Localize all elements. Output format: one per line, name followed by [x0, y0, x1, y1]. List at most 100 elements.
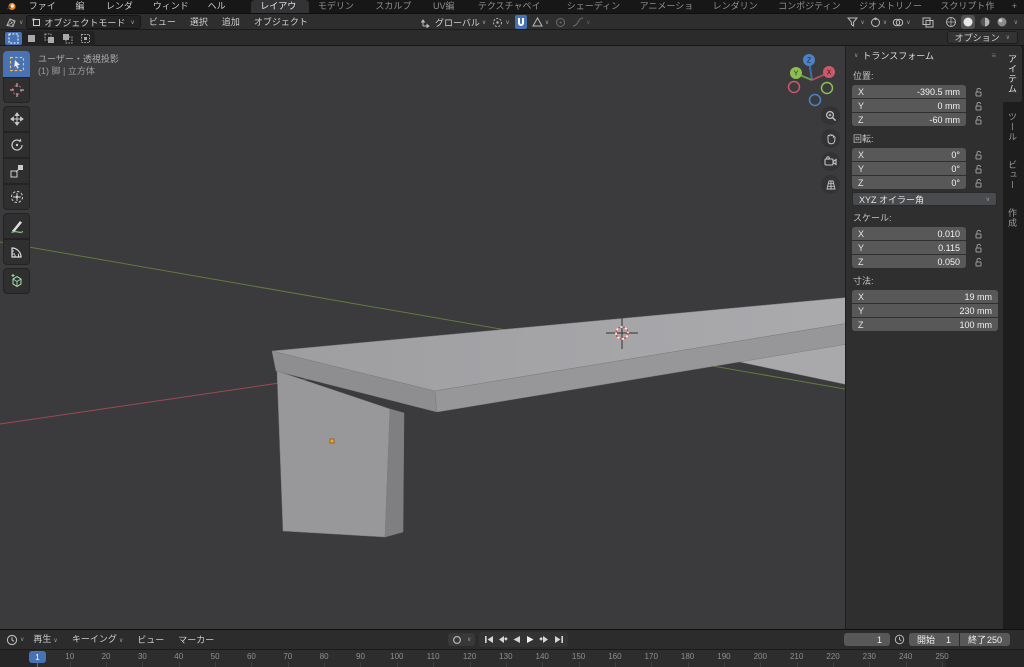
play-button[interactable] — [524, 633, 537, 646]
rotation-x-field[interactable]: X0° — [852, 148, 966, 161]
workspace-tab-modeling[interactable]: モデリング — [309, 0, 367, 13]
tool-measure[interactable] — [3, 239, 30, 265]
lock-location-z-button[interactable] — [974, 115, 983, 125]
rotation-z-field[interactable]: Z0° — [852, 176, 966, 189]
shading-wireframe-button[interactable] — [944, 15, 958, 29]
scale-y-field[interactable]: Y0.115 — [852, 241, 966, 254]
menu-keying[interactable]: キーイング∨ — [66, 631, 129, 649]
select-mode-intersect[interactable] — [77, 32, 94, 45]
zoom-button[interactable] — [821, 106, 840, 125]
panel-grip-icon[interactable]: ≡ — [991, 51, 997, 60]
shading-solid-button[interactable] — [961, 15, 975, 29]
workspace-tab-scripting[interactable]: スクリプト作成 — [931, 0, 1004, 13]
timeline-ruler[interactable]: 1020304050607080901001101201301401501601… — [0, 649, 1024, 667]
pivot-point-dropdown[interactable]: ∨ — [491, 15, 510, 29]
transform-panel-header[interactable]: ∨ トランスフォーム ≡ — [846, 46, 1003, 64]
menu-timeline-view[interactable]: ビュー — [131, 632, 170, 648]
lock-rotation-y-button[interactable] — [974, 164, 983, 174]
camera-view-button[interactable] — [821, 152, 840, 171]
playhead[interactable]: 1 — [29, 651, 46, 663]
editor-type-button[interactable]: ∨ — [4, 15, 24, 29]
lock-rotation-z-button[interactable] — [974, 178, 983, 188]
perspective-toggle-button[interactable] — [821, 175, 840, 194]
blender-logo-icon[interactable] — [5, 1, 18, 12]
workspace-tab-layout[interactable]: レイアウト — [251, 0, 309, 13]
gizmo-y-negative[interactable] — [822, 83, 833, 94]
tool-rotate[interactable] — [3, 132, 30, 158]
previous-keyframe-button[interactable] — [496, 633, 509, 646]
current-frame-field[interactable]: 1 — [844, 633, 890, 646]
gizmos-dropdown[interactable]: ∨ — [869, 15, 888, 29]
jump-to-end-button[interactable] — [552, 633, 565, 646]
xray-toggle[interactable] — [921, 15, 935, 29]
object-origin-point[interactable] — [330, 439, 334, 443]
shading-rendered-button[interactable] — [995, 15, 1009, 29]
select-mode-extend[interactable] — [41, 32, 58, 45]
tool-add-primitive[interactable] — [3, 268, 30, 294]
workspace-tab-sculpting[interactable]: スカルプト — [366, 0, 424, 13]
lock-rotation-x-button[interactable] — [974, 150, 983, 160]
overlays-dropdown[interactable]: ∨ — [891, 15, 911, 29]
shading-dropdown[interactable]: ∨ — [1014, 19, 1018, 26]
gizmo-x-negative[interactable] — [789, 82, 800, 93]
snap-settings-dropdown[interactable]: ∨ — [531, 15, 550, 29]
tool-transform[interactable] — [3, 184, 30, 210]
menu-view[interactable]: ビュー — [143, 14, 182, 30]
tab-tool[interactable]: ツール — [1003, 104, 1022, 150]
location-z-field[interactable]: Z-60 mm — [852, 113, 966, 126]
menu-object[interactable]: オブジェクト — [248, 14, 314, 30]
tool-move[interactable] — [3, 106, 30, 132]
next-keyframe-button[interactable] — [538, 633, 551, 646]
workspace-tab-uv[interactable]: UV編集 — [424, 0, 469, 13]
location-x-field[interactable]: X-390.5 mm — [852, 85, 966, 98]
proportional-editing-toggle[interactable] — [554, 15, 567, 29]
lock-scale-z-button[interactable] — [974, 257, 983, 267]
lock-location-y-button[interactable] — [974, 101, 983, 111]
options-button[interactable]: オプション ∨ — [947, 31, 1018, 44]
chevron-down-icon[interactable]: ∨ — [467, 636, 471, 643]
dimensions-z-field[interactable]: Z100 mm — [852, 318, 998, 331]
play-reverse-button[interactable] — [510, 633, 523, 646]
timeline-editor-type-button[interactable]: ∨ — [5, 633, 25, 647]
snap-toggle[interactable] — [515, 15, 527, 29]
scale-x-field[interactable]: X0.010 — [852, 227, 966, 240]
jump-to-start-button[interactable] — [482, 633, 495, 646]
tool-annotate[interactable] — [3, 213, 30, 239]
shading-material-button[interactable] — [978, 15, 992, 29]
menu-file[interactable]: ファイル — [22, 0, 69, 13]
workspace-tab-geometry-nodes[interactable]: ジオメトリノード — [850, 0, 931, 13]
workspace-tab-shading[interactable]: シェーディング — [558, 0, 631, 13]
frame-end-field[interactable]: 終了250 — [960, 633, 1010, 646]
select-mode-tweak[interactable] — [5, 32, 22, 45]
menu-render[interactable]: レンダー — [99, 0, 146, 13]
gizmo-z-negative[interactable] — [810, 95, 821, 106]
tab-create[interactable]: 作成 — [1003, 200, 1022, 236]
lock-scale-x-button[interactable] — [974, 229, 983, 239]
rotation-y-field[interactable]: Y0° — [852, 162, 966, 175]
tool-select-box[interactable] — [3, 51, 30, 77]
workspace-tab-rendering[interactable]: レンダリング — [704, 0, 770, 13]
dimensions-x-field[interactable]: X19 mm — [852, 290, 998, 303]
menu-add[interactable]: 追加 — [216, 14, 246, 30]
frame-start-field[interactable]: 開始1 — [909, 633, 959, 646]
lock-location-x-button[interactable] — [974, 87, 983, 97]
workspace-tab-animation[interactable]: アニメーション — [631, 0, 704, 13]
mode-selector[interactable]: オブジェクトモード ∨ — [26, 15, 140, 29]
workspace-tab-compositing[interactable]: コンポジティング — [769, 0, 850, 13]
menu-playback[interactable]: 再生∨ — [27, 631, 63, 649]
select-mode-new[interactable] — [23, 32, 40, 45]
scale-z-field[interactable]: Z0.050 — [852, 255, 966, 268]
location-y-field[interactable]: Y0 mm — [852, 99, 966, 112]
menu-help[interactable]: ヘルプ — [201, 0, 240, 13]
object-visibility-dropdown[interactable]: ∨ — [846, 15, 865, 29]
select-mode-subtract[interactable] — [59, 32, 76, 45]
dimensions-y-field[interactable]: Y230 mm — [852, 304, 998, 317]
proportional-falloff-dropdown[interactable]: ∨ — [571, 15, 591, 29]
menu-edit[interactable]: 編集 — [69, 0, 99, 13]
3d-viewport[interactable] — [0, 46, 845, 629]
navigation-gizmo[interactable]: Z X Y — [782, 48, 842, 108]
tab-view[interactable]: ビュー — [1003, 152, 1022, 198]
tool-scale[interactable] — [3, 158, 30, 184]
tool-cursor[interactable] — [3, 77, 30, 103]
add-workspace-button[interactable]: + — [1005, 0, 1024, 13]
